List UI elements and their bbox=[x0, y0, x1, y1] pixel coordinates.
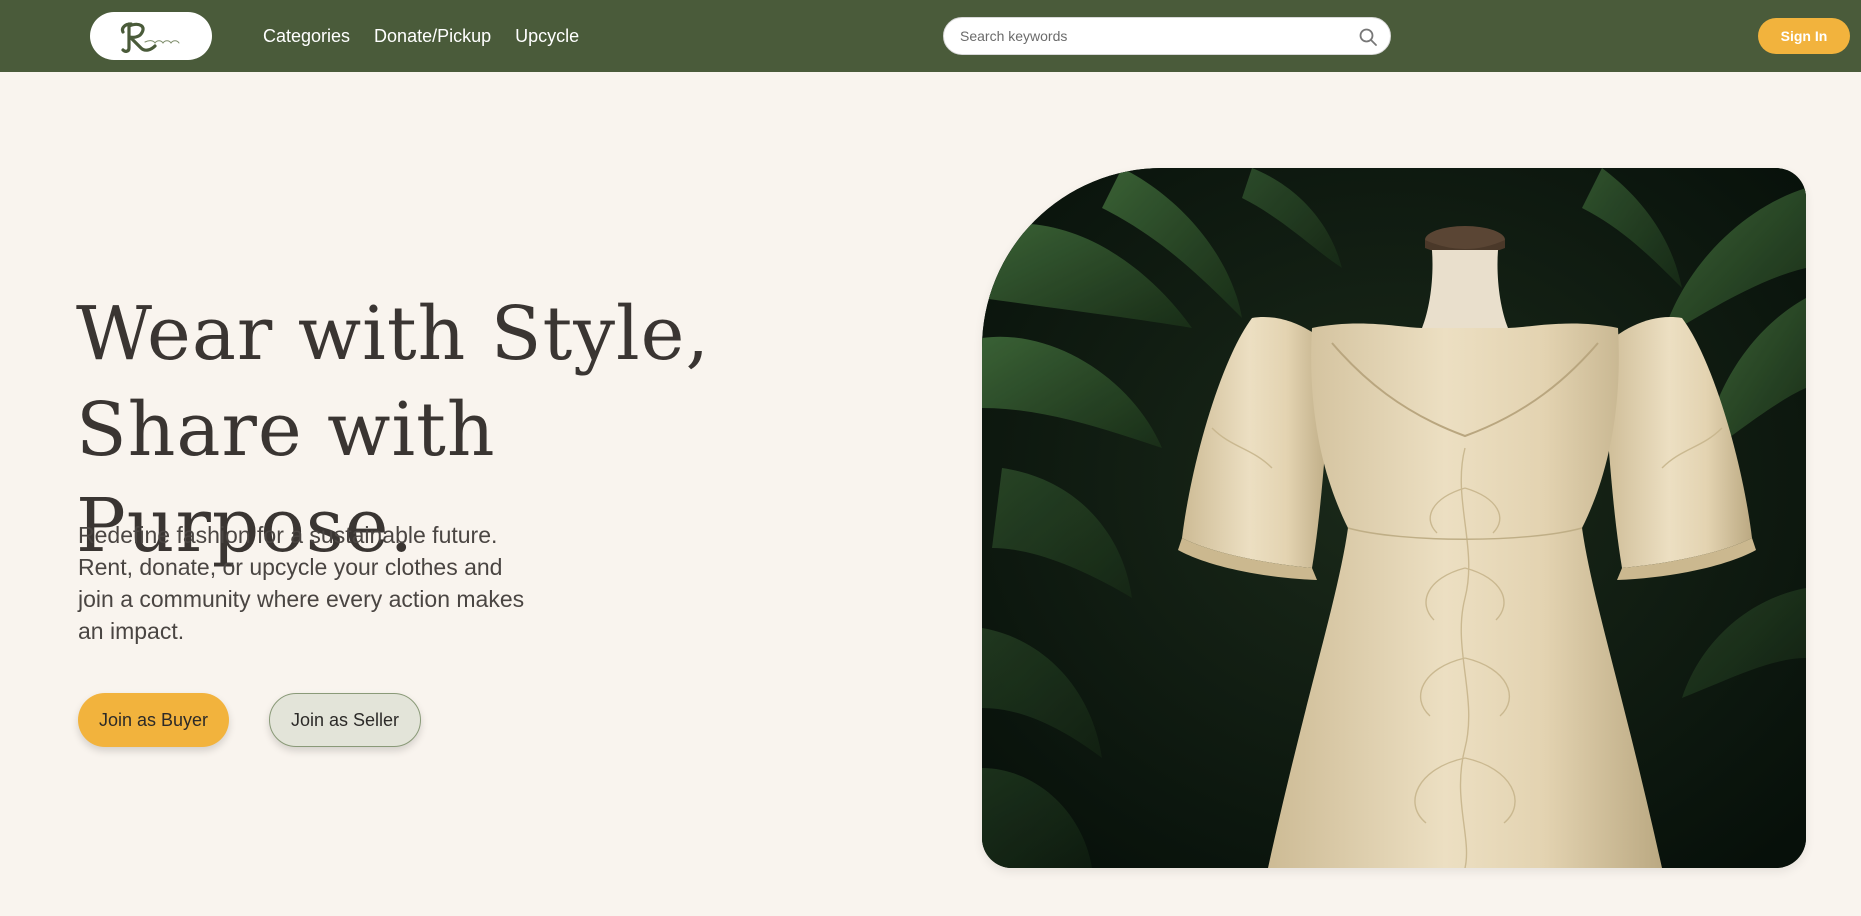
search-bar bbox=[943, 17, 1391, 55]
sign-in-button[interactable]: Sign In bbox=[1758, 18, 1850, 54]
dress-on-mannequin-illustration bbox=[982, 168, 1806, 868]
search-icon[interactable] bbox=[1358, 27, 1378, 47]
join-as-seller-button[interactable]: Join as Seller bbox=[269, 693, 421, 747]
main-nav: Categories Donate/Pickup Upcycle bbox=[263, 24, 579, 48]
nav-link-categories[interactable]: Categories bbox=[263, 24, 350, 48]
hero-title-line-1: Wear with Style, bbox=[76, 291, 710, 377]
search-input[interactable] bbox=[960, 18, 1340, 54]
hero-dress-image bbox=[982, 168, 1806, 868]
nav-link-upcycle[interactable]: Upcycle bbox=[515, 24, 579, 48]
hero-subtitle: Redefine fashion for a sustainable futur… bbox=[78, 522, 525, 644]
logo[interactable] bbox=[90, 12, 212, 60]
nav-link-donate-pickup[interactable]: Donate/Pickup bbox=[374, 24, 491, 48]
top-navbar: Categories Donate/Pickup Upcycle Sign In bbox=[0, 0, 1861, 72]
join-as-buyer-button[interactable]: Join as Buyer bbox=[78, 693, 229, 747]
logo-mark-icon bbox=[120, 22, 180, 53]
